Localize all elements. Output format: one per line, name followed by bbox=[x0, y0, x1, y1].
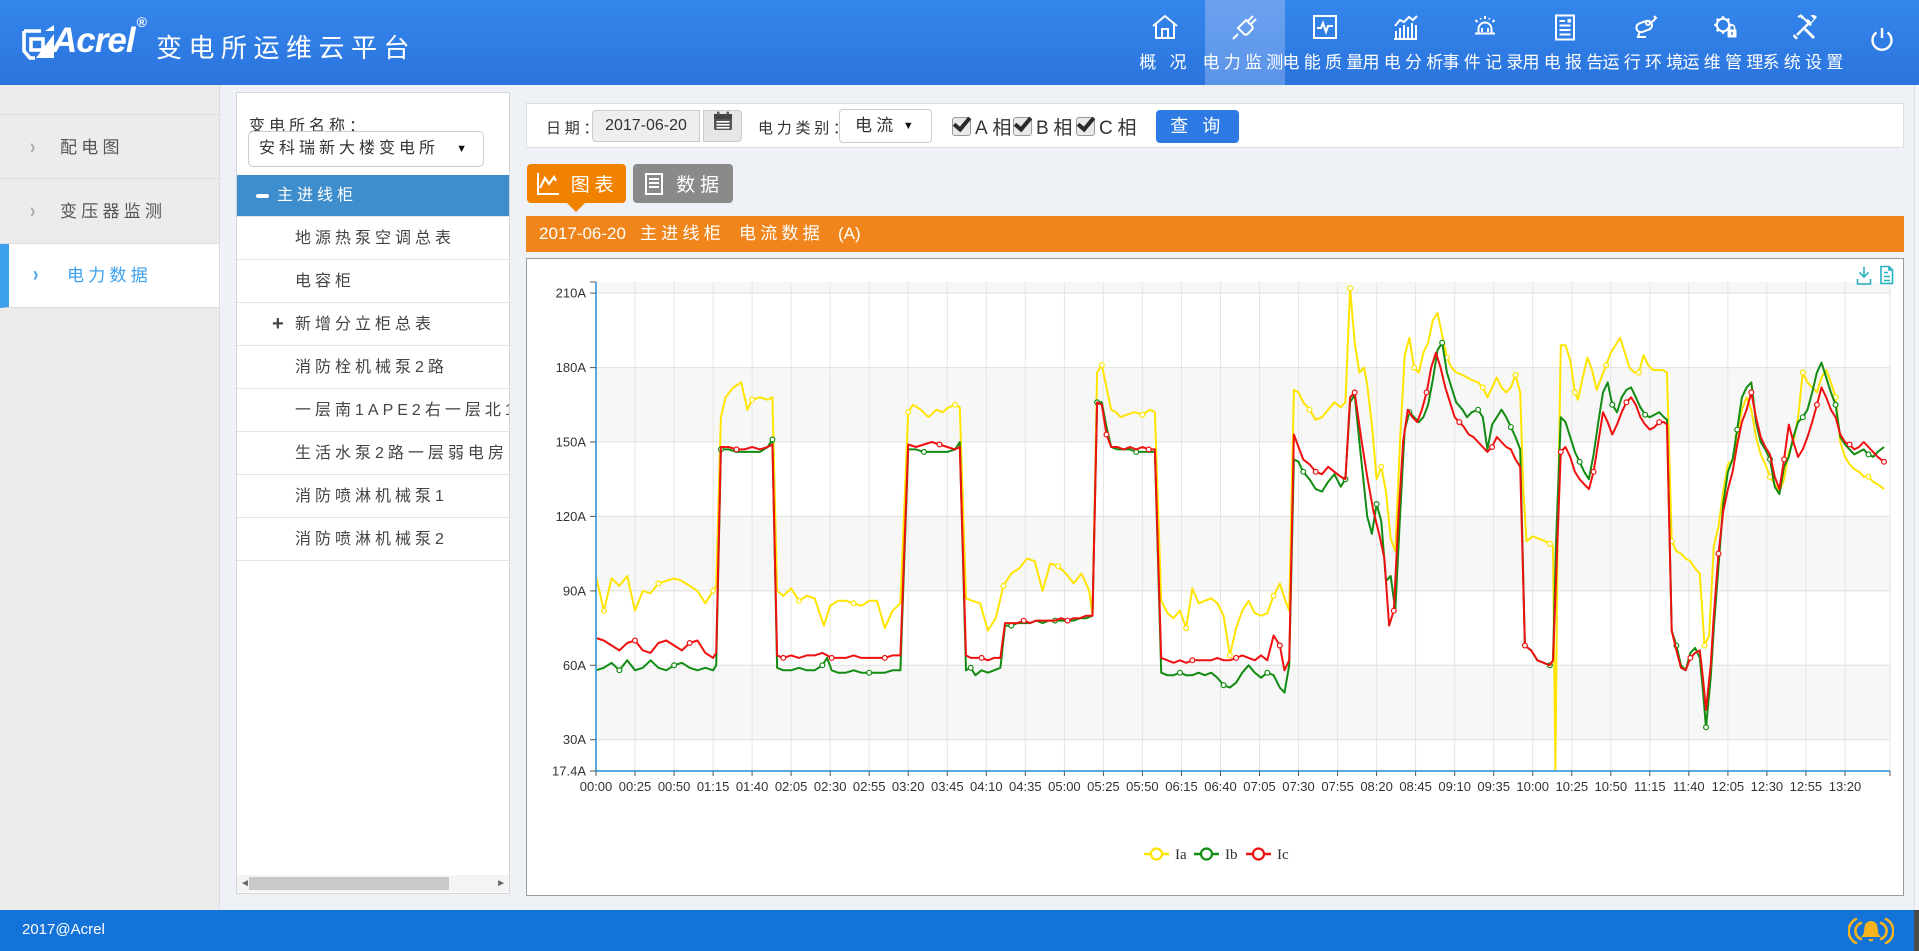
svg-text:10:00: 10:00 bbox=[1516, 779, 1549, 794]
svg-text:07:30: 07:30 bbox=[1282, 779, 1315, 794]
svg-text:01:40: 01:40 bbox=[736, 779, 769, 794]
svg-text:17.4A: 17.4A bbox=[552, 764, 586, 779]
svg-text:13:20: 13:20 bbox=[1829, 779, 1862, 794]
svg-text:00:50: 00:50 bbox=[658, 779, 691, 794]
svg-text:60A: 60A bbox=[563, 658, 586, 673]
svg-text:Ia: Ia bbox=[1175, 847, 1187, 863]
svg-text:04:10: 04:10 bbox=[970, 779, 1003, 794]
svg-text:10:25: 10:25 bbox=[1556, 779, 1589, 794]
svg-text:10:50: 10:50 bbox=[1595, 779, 1628, 794]
svg-text:120A: 120A bbox=[556, 509, 587, 524]
svg-text:03:20: 03:20 bbox=[892, 779, 925, 794]
svg-text:05:25: 05:25 bbox=[1087, 779, 1120, 794]
svg-text:05:00: 05:00 bbox=[1048, 779, 1081, 794]
svg-text:07:55: 07:55 bbox=[1321, 779, 1354, 794]
svg-text:00:25: 00:25 bbox=[619, 779, 652, 794]
svg-text:150A: 150A bbox=[556, 435, 587, 450]
svg-text:Ic: Ic bbox=[1277, 847, 1289, 863]
svg-text:07:05: 07:05 bbox=[1243, 779, 1276, 794]
svg-text:05:50: 05:50 bbox=[1126, 779, 1159, 794]
svg-text:09:35: 09:35 bbox=[1477, 779, 1510, 794]
svg-text:11:15: 11:15 bbox=[1634, 779, 1666, 794]
svg-text:210A: 210A bbox=[556, 286, 587, 301]
svg-text:06:40: 06:40 bbox=[1204, 779, 1237, 794]
svg-text:02:05: 02:05 bbox=[775, 779, 808, 794]
svg-text:00:00: 00:00 bbox=[580, 779, 613, 794]
svg-text:11:40: 11:40 bbox=[1673, 779, 1705, 794]
svg-text:08:45: 08:45 bbox=[1399, 779, 1432, 794]
svg-text:02:55: 02:55 bbox=[853, 779, 886, 794]
svg-text:06:15: 06:15 bbox=[1165, 779, 1198, 794]
svg-text:12:05: 12:05 bbox=[1712, 779, 1745, 794]
svg-text:08:20: 08:20 bbox=[1360, 779, 1393, 794]
svg-text:12:30: 12:30 bbox=[1751, 779, 1784, 794]
svg-text:04:35: 04:35 bbox=[1009, 779, 1042, 794]
svg-text:03:45: 03:45 bbox=[931, 779, 964, 794]
svg-text:180A: 180A bbox=[556, 360, 587, 375]
svg-text:12:55: 12:55 bbox=[1790, 779, 1823, 794]
svg-text:Ib: Ib bbox=[1225, 847, 1238, 863]
svg-text:09:10: 09:10 bbox=[1438, 779, 1471, 794]
svg-text:02:30: 02:30 bbox=[814, 779, 847, 794]
svg-text:30A: 30A bbox=[563, 732, 586, 747]
svg-text:01:15: 01:15 bbox=[697, 779, 730, 794]
svg-text:90A: 90A bbox=[563, 583, 586, 598]
